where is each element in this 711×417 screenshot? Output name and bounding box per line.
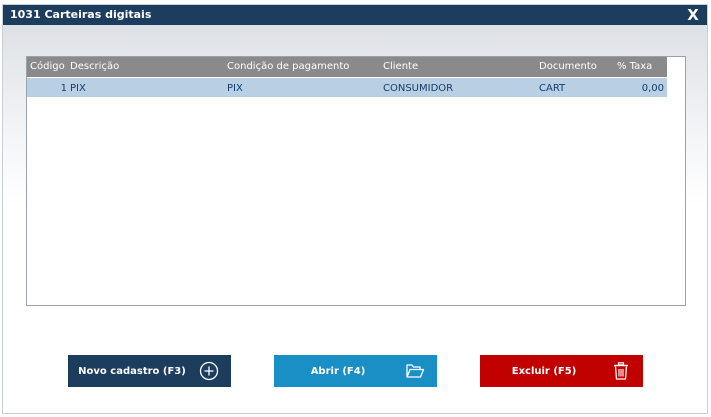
column-header-taxa[interactable]: % Taxa: [617, 61, 652, 72]
column-header-condicao[interactable]: Condição de pagamento: [227, 61, 349, 72]
grid-header: Código Descrição Condição de pagamento C…: [27, 57, 667, 77]
cell-condicao: PIX: [227, 83, 243, 94]
cell-taxa: 0,00: [641, 83, 664, 94]
close-button[interactable]: X: [685, 6, 701, 24]
open-button[interactable]: Abrir (F4): [274, 355, 437, 387]
delete-label: Excluir (F5): [511, 366, 577, 377]
cell-codigo: 1: [60, 83, 67, 94]
delete-button[interactable]: Excluir (F5): [480, 355, 643, 387]
trash-icon: [614, 362, 628, 380]
plus-circle-icon: [199, 361, 219, 381]
new-record-button[interactable]: Novo cadastro (F3): [68, 355, 231, 387]
title-bar: 1031 Carteiras digitais X: [3, 5, 707, 25]
cell-cliente: CONSUMIDOR: [383, 83, 454, 94]
column-header-descricao[interactable]: Descrição: [70, 61, 119, 72]
cell-descricao: PIX: [70, 83, 86, 94]
cell-documento: CART: [539, 83, 566, 94]
dialog-window: 1031 Carteiras digitais X Código Descriç…: [2, 4, 708, 414]
window-title: 1031 Carteiras digitais: [10, 8, 152, 21]
column-header-codigo[interactable]: Código: [30, 61, 65, 72]
wallets-grid: Código Descrição Condição de pagamento C…: [26, 56, 686, 306]
new-record-label: Novo cadastro (F3): [78, 366, 186, 377]
folder-open-icon: [406, 364, 425, 378]
column-header-documento[interactable]: Documento: [539, 61, 597, 72]
table-row[interactable]: 1 PIX PIX CONSUMIDOR CART 0,00: [27, 78, 667, 97]
column-header-cliente[interactable]: Cliente: [383, 61, 418, 72]
open-label: Abrir (F4): [310, 366, 366, 377]
